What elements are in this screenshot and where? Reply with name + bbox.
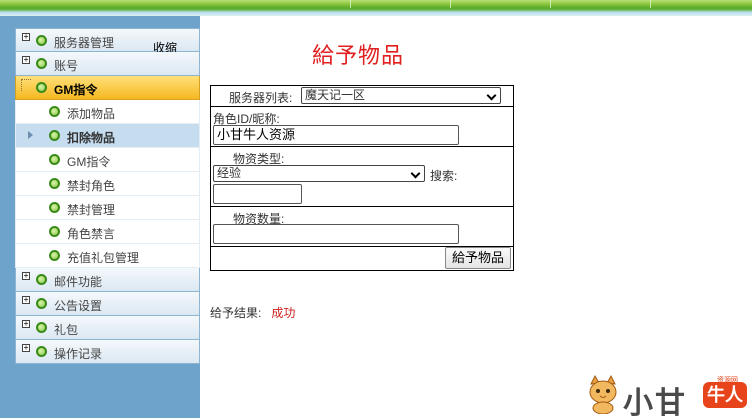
chevron-down-icon [410, 168, 421, 179]
expand-plus-icon[interactable]: + [22, 296, 30, 304]
cat-mascot-icon [589, 374, 617, 414]
green-circle-icon [36, 35, 47, 46]
sidebar-item-1[interactable]: + 账号 [15, 52, 200, 76]
green-circle-icon [49, 178, 60, 189]
server-label: 服务器列表: [229, 91, 293, 105]
green-circle-icon [36, 274, 47, 285]
sidebar-item-6[interactable]: 禁封角色 [15, 172, 200, 196]
give-item-form: 服务器列表: 魔天记一区 角色ID/昵称: 小甘牛人资源 物资类型: 经验 搜索… [210, 85, 514, 271]
sidebar-item-label: 账号 [54, 59, 79, 73]
green-circle-icon [36, 82, 47, 93]
sidebar-item-label: 角色禁言 [67, 227, 116, 241]
type-select[interactable]: 经验 [213, 165, 425, 182]
green-circle-icon [36, 322, 47, 333]
tree-grip-icon [21, 79, 31, 91]
page-title: 給予物品 [312, 43, 405, 68]
sidebar-item-label: 充值礼包管理 [67, 251, 140, 265]
sidebar-item-label: 操作记录 [54, 347, 103, 361]
quantity-input[interactable] [213, 224, 459, 244]
server-row: 服务器列表: 魔天记一区 [211, 86, 513, 107]
search-label: 搜索: [430, 169, 458, 183]
expand-plus-icon[interactable]: + [22, 320, 30, 328]
sidebar-item-label: GM指令 [67, 155, 111, 169]
green-circle-icon [49, 202, 60, 213]
expand-plus-icon[interactable]: + [22, 33, 30, 41]
sidebar-item-label: 添加物品 [67, 107, 116, 121]
expand-plus-icon[interactable]: + [22, 56, 30, 64]
role-input[interactable]: 小甘牛人资源 [213, 125, 459, 145]
sidebar-item-7[interactable]: 禁封管理 [15, 196, 200, 220]
sidebar-item-2[interactable]: GM指令 [15, 76, 200, 100]
sidebar-item-label: 禁封角色 [67, 179, 116, 193]
watermark-text: 小甘 [623, 386, 687, 418]
type-select-value: 经验 [217, 166, 242, 180]
quantity-row: 物资数量: [211, 207, 513, 247]
sidebar-item-label: 礼包 [54, 323, 79, 337]
watermark-logo: 小甘 资源网 牛人 [585, 370, 750, 418]
sidebar-item-3[interactable]: 添加物品 [15, 100, 200, 124]
app-window: + 服务器管理 收缩 + 账号 GM指令 添加物品 扣除物品 GM指令 禁封角色 禁封管理 角色禁言充… [0, 0, 752, 418]
result-label: 给予结果: [210, 306, 262, 320]
sidebar-item-0[interactable]: + 服务器管理 收缩 [15, 28, 200, 55]
sidebar-item-label: 扣除物品 [67, 131, 116, 145]
role-row: 角色ID/昵称: 小甘牛人资源 [211, 107, 513, 147]
give-item-button[interactable]: 給予物品 [444, 247, 511, 269]
green-circle-icon [49, 250, 60, 261]
green-circle-icon [49, 130, 60, 141]
sidebar-item-12[interactable]: + 礼包 [15, 316, 200, 340]
expand-plus-icon[interactable]: + [22, 344, 30, 352]
green-circle-icon [49, 106, 60, 117]
sidebar-item-label: 服务器管理 [54, 36, 115, 50]
search-input[interactable] [213, 184, 302, 204]
sidebar-item-label: 公告设置 [54, 299, 103, 313]
watermark-tag: 牛人 [703, 382, 747, 408]
type-row: 物资类型: 经验 搜索: [211, 147, 513, 207]
sidebar-item-5[interactable]: GM指令 [15, 148, 200, 172]
server-select[interactable]: 魔天记一区 [301, 87, 501, 104]
expand-plus-icon[interactable]: + [22, 272, 30, 280]
result-line: 给予结果: 成功 [210, 304, 295, 321]
sidebar-item-label: 禁封管理 [67, 203, 116, 217]
sidebar-item-9[interactable]: 充值礼包管理 [15, 244, 200, 268]
sidebar-item-13[interactable]: + 操作记录 [15, 340, 200, 364]
sidebar-menu: + 服务器管理 收缩 + 账号 GM指令 添加物品 扣除物品 GM指令 禁封角色 禁封管理 角色禁言充… [15, 28, 200, 364]
result-value: 成功 [271, 306, 296, 320]
sidebar-item-10[interactable]: + 邮件功能 [15, 268, 200, 292]
sidebar-item-8[interactable]: 角色禁言 [15, 220, 200, 244]
pointer-arrow-icon [28, 131, 33, 139]
green-circle-icon [49, 226, 60, 237]
sidebar: + 服务器管理 收缩 + 账号 GM指令 添加物品 扣除物品 GM指令 禁封角色 禁封管理 角色禁言充… [0, 16, 200, 418]
green-circle-icon [36, 298, 47, 309]
green-circle-icon [36, 58, 47, 69]
server-select-value: 魔天记一区 [305, 88, 366, 102]
chevron-down-icon [486, 90, 497, 101]
sidebar-item-label: GM指令 [54, 83, 98, 97]
top-banner [0, 0, 752, 16]
green-circle-icon [36, 346, 47, 357]
green-circle-icon [49, 154, 60, 165]
sidebar-item-4[interactable]: 扣除物品 [15, 124, 200, 148]
sidebar-item-label: 邮件功能 [54, 275, 103, 289]
sidebar-item-11[interactable]: + 公告设置 [15, 292, 200, 316]
